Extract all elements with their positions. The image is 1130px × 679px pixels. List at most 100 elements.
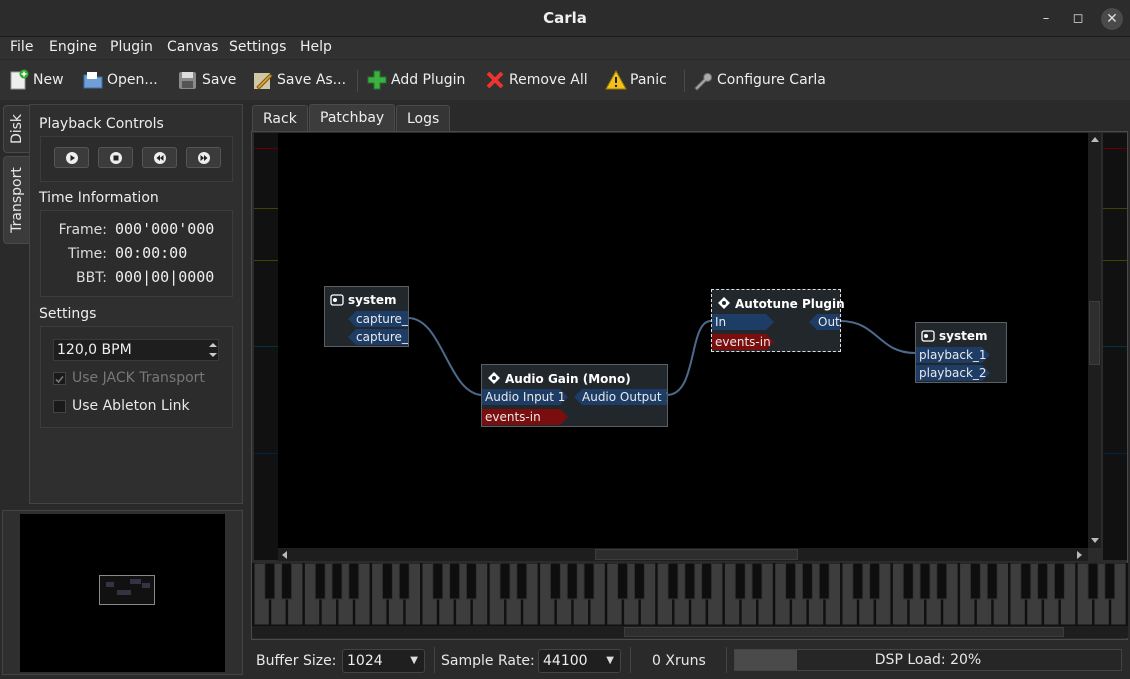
toolbar-separator (684, 70, 685, 92)
black-key[interactable] (969, 563, 981, 600)
patchbay-canvas[interactable]: system capture_1 capture_2 Audio Gain (M… (278, 133, 1088, 548)
playback-2-port[interactable]: playback_2 (916, 365, 990, 381)
black-key[interactable] (734, 563, 746, 600)
canvas-minimap[interactable] (2, 510, 243, 675)
spin-arrows-icon[interactable] (206, 339, 220, 361)
play-button[interactable] (54, 147, 89, 168)
playback-1-port[interactable]: playback_1 (916, 347, 990, 363)
black-key[interactable] (785, 563, 797, 600)
black-key[interactable] (667, 563, 679, 600)
autotune-out-port[interactable]: Out (809, 314, 840, 330)
black-key[interactable] (381, 563, 393, 600)
menu-engine[interactable]: Engine (49, 39, 97, 55)
scroll-right-icon[interactable] (1077, 551, 1082, 559)
system-playback-title: system (921, 329, 988, 343)
use-jack-transport-checkbox[interactable] (53, 372, 66, 385)
audio-gain-node[interactable]: Audio Gain (Mono) Audio Input 1 Audio Ou… (481, 364, 668, 427)
black-key[interactable] (751, 563, 763, 600)
bpm-spinbox[interactable]: 120,0 BPM (53, 339, 219, 361)
black-key[interactable] (314, 563, 326, 600)
menu-canvas[interactable]: Canvas (167, 39, 218, 55)
capture-2-port[interactable]: capture_2 (348, 329, 408, 345)
warning-icon (605, 69, 627, 90)
forward-button[interactable] (186, 147, 221, 168)
scroll-down-icon[interactable] (1091, 538, 1099, 543)
tab-rack[interactable]: Rack (252, 105, 308, 132)
black-key[interactable] (986, 563, 998, 600)
menu-settings[interactable]: Settings (229, 39, 286, 55)
scroll-up-icon[interactable] (1091, 137, 1099, 142)
piano-keys[interactable] (252, 563, 1128, 627)
black-key[interactable] (701, 563, 713, 600)
black-key[interactable] (465, 563, 477, 600)
minimap-viewport[interactable] (99, 575, 155, 605)
use-jack-transport-label: Use JACK Transport (72, 370, 205, 386)
autotune-events-in-port[interactable]: events-in (712, 334, 774, 350)
black-key[interactable] (1053, 563, 1065, 600)
black-key[interactable] (1037, 563, 1049, 600)
black-key[interactable] (1087, 563, 1099, 600)
rewind-button[interactable] (142, 147, 177, 168)
scroll-left-icon[interactable] (282, 551, 287, 559)
menu-help[interactable]: Help (300, 39, 332, 55)
black-key[interactable] (281, 563, 293, 600)
black-key[interactable] (449, 563, 461, 600)
black-key[interactable] (549, 563, 561, 600)
gain-events-in-port[interactable]: events-in (482, 409, 568, 425)
piano-keyboard[interactable] (252, 563, 1128, 627)
black-key[interactable] (331, 563, 343, 600)
tab-disk[interactable]: Disk (3, 105, 30, 153)
settings-title: Settings (39, 306, 97, 322)
black-key[interactable] (633, 563, 645, 600)
piano-scroll-thumb[interactable] (624, 627, 1064, 637)
black-key[interactable] (902, 563, 914, 600)
black-key[interactable] (818, 563, 830, 600)
black-key[interactable] (801, 563, 813, 600)
system-playback-node[interactable]: system playback_1 playback_2 (915, 322, 1007, 383)
autotune-title: Autotune Plugin (717, 296, 845, 311)
canvas-horizontal-scrollbar[interactable] (278, 548, 1088, 561)
piano-scrollbar[interactable] (252, 626, 1128, 638)
black-key[interactable] (432, 563, 444, 600)
black-key[interactable] (264, 563, 276, 600)
xruns-label[interactable]: 0 Xruns (652, 653, 706, 669)
black-key[interactable] (583, 563, 595, 600)
stop-button[interactable] (98, 147, 133, 168)
black-key[interactable] (869, 563, 881, 600)
menu-plugin[interactable]: Plugin (110, 39, 153, 55)
black-key[interactable] (348, 563, 360, 600)
sample-rate-select[interactable]: 44100 ▼ (538, 649, 621, 673)
maximize-icon[interactable]: ◻ (1067, 8, 1089, 30)
black-key[interactable] (936, 563, 948, 600)
black-key[interactable] (398, 563, 410, 600)
black-key[interactable] (852, 563, 864, 600)
black-key[interactable] (499, 563, 511, 600)
black-key[interactable] (617, 563, 629, 600)
black-key[interactable] (1020, 563, 1032, 600)
audio-input-1-port[interactable]: Audio Input 1 (482, 389, 568, 405)
minimize-icon[interactable]: – (1035, 8, 1057, 30)
open-label: Open... (107, 72, 158, 88)
autotune-in-port[interactable]: In (712, 314, 774, 330)
use-ableton-link-checkbox[interactable] (53, 400, 66, 413)
tab-logs[interactable]: Logs (396, 105, 451, 132)
vertical-scroll-thumb[interactable] (1089, 301, 1100, 365)
canvas-vertical-scrollbar[interactable] (1088, 133, 1101, 548)
buffer-size-select[interactable]: 1024 ▼ (342, 649, 425, 673)
horizontal-scroll-thumb[interactable] (595, 549, 798, 560)
black-key[interactable] (516, 563, 528, 600)
time-value: 00:00:00 (115, 244, 188, 262)
time-information-box: Frame: 000'000'000 Time: 00:00:00 BBT: 0… (40, 210, 233, 297)
black-key[interactable] (684, 563, 696, 600)
autotune-plugin-node[interactable]: Autotune Plugin In Out events-in (711, 289, 845, 352)
system-capture-node[interactable]: system capture_1 capture_2 (324, 286, 409, 347)
tab-patchbay[interactable]: Patchbay (309, 104, 396, 132)
close-icon[interactable]: ✕ (1101, 8, 1123, 30)
capture-1-port[interactable]: capture_1 (348, 311, 408, 327)
black-key[interactable] (1104, 563, 1116, 600)
black-key[interactable] (566, 563, 578, 600)
menu-file[interactable]: File (10, 39, 33, 55)
black-key[interactable] (919, 563, 931, 600)
tab-transport[interactable]: Transport (3, 156, 30, 244)
audio-output-1-port[interactable]: Audio Output 1 (574, 389, 667, 405)
